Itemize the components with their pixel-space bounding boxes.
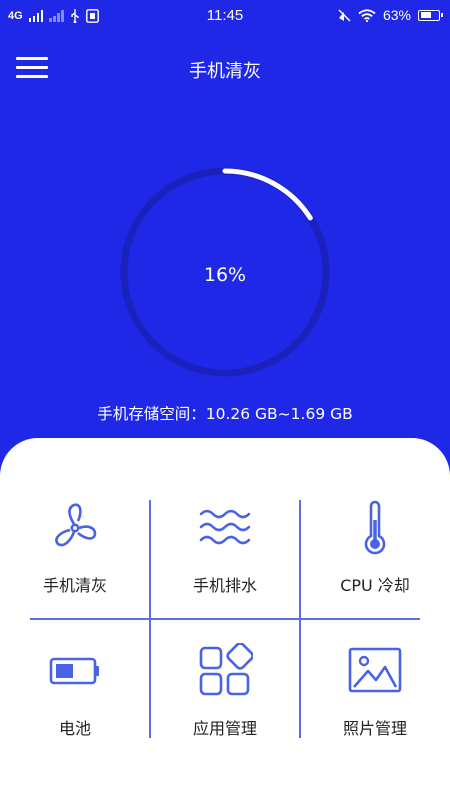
battery-percent: 63% (382, 7, 411, 23)
water-waves-icon (199, 509, 251, 545)
tools-card: 手机清灰 手机排水 CPU 冷却 电池 应用管理 照片管理 (0, 438, 450, 800)
battery-icon (49, 657, 99, 685)
tool-label: 手机清灰 (42, 576, 107, 595)
tool-label: 应用管理 (192, 719, 257, 738)
progress-percent: 16% (203, 264, 247, 286)
status-battery-icon (418, 9, 443, 21)
wifi-icon (358, 8, 376, 22)
app-grid-icon (199, 643, 253, 696)
thermometer-icon (364, 500, 386, 555)
status-bar: 4G 11:45 63% (0, 0, 450, 32)
tool-label: 电池 (58, 719, 91, 738)
tool-photo-management[interactable]: 照片管理 (300, 643, 450, 773)
photo-icon (348, 647, 402, 693)
tool-phone-water-eject[interactable]: 手机排水 (150, 500, 300, 630)
page-title: 手机清灰 (189, 61, 261, 82)
fan-icon (55, 503, 97, 547)
storage-info: 手机存储空间：10.26 GB~1.69 GB (97, 405, 353, 423)
tool-label: CPU 冷却 (340, 576, 410, 595)
tool-battery[interactable]: 电池 (0, 643, 150, 773)
tool-label: 照片管理 (342, 719, 407, 738)
battery-fill (420, 12, 431, 18)
screen: 4G 11:45 63% 手机清灰 16% 手机存储空间：10.26 GB~1.… (0, 0, 450, 800)
app-bar: 手机清灰 (0, 44, 450, 92)
tool-app-management[interactable]: 应用管理 (150, 643, 300, 773)
tool-cpu-cooling[interactable]: CPU 冷却 (300, 500, 450, 630)
mute-icon (338, 8, 351, 22)
tool-label: 手机排水 (192, 576, 257, 595)
status-right: 63% (338, 7, 443, 23)
tool-phone-dust-clean[interactable]: 手机清灰 (0, 500, 150, 630)
